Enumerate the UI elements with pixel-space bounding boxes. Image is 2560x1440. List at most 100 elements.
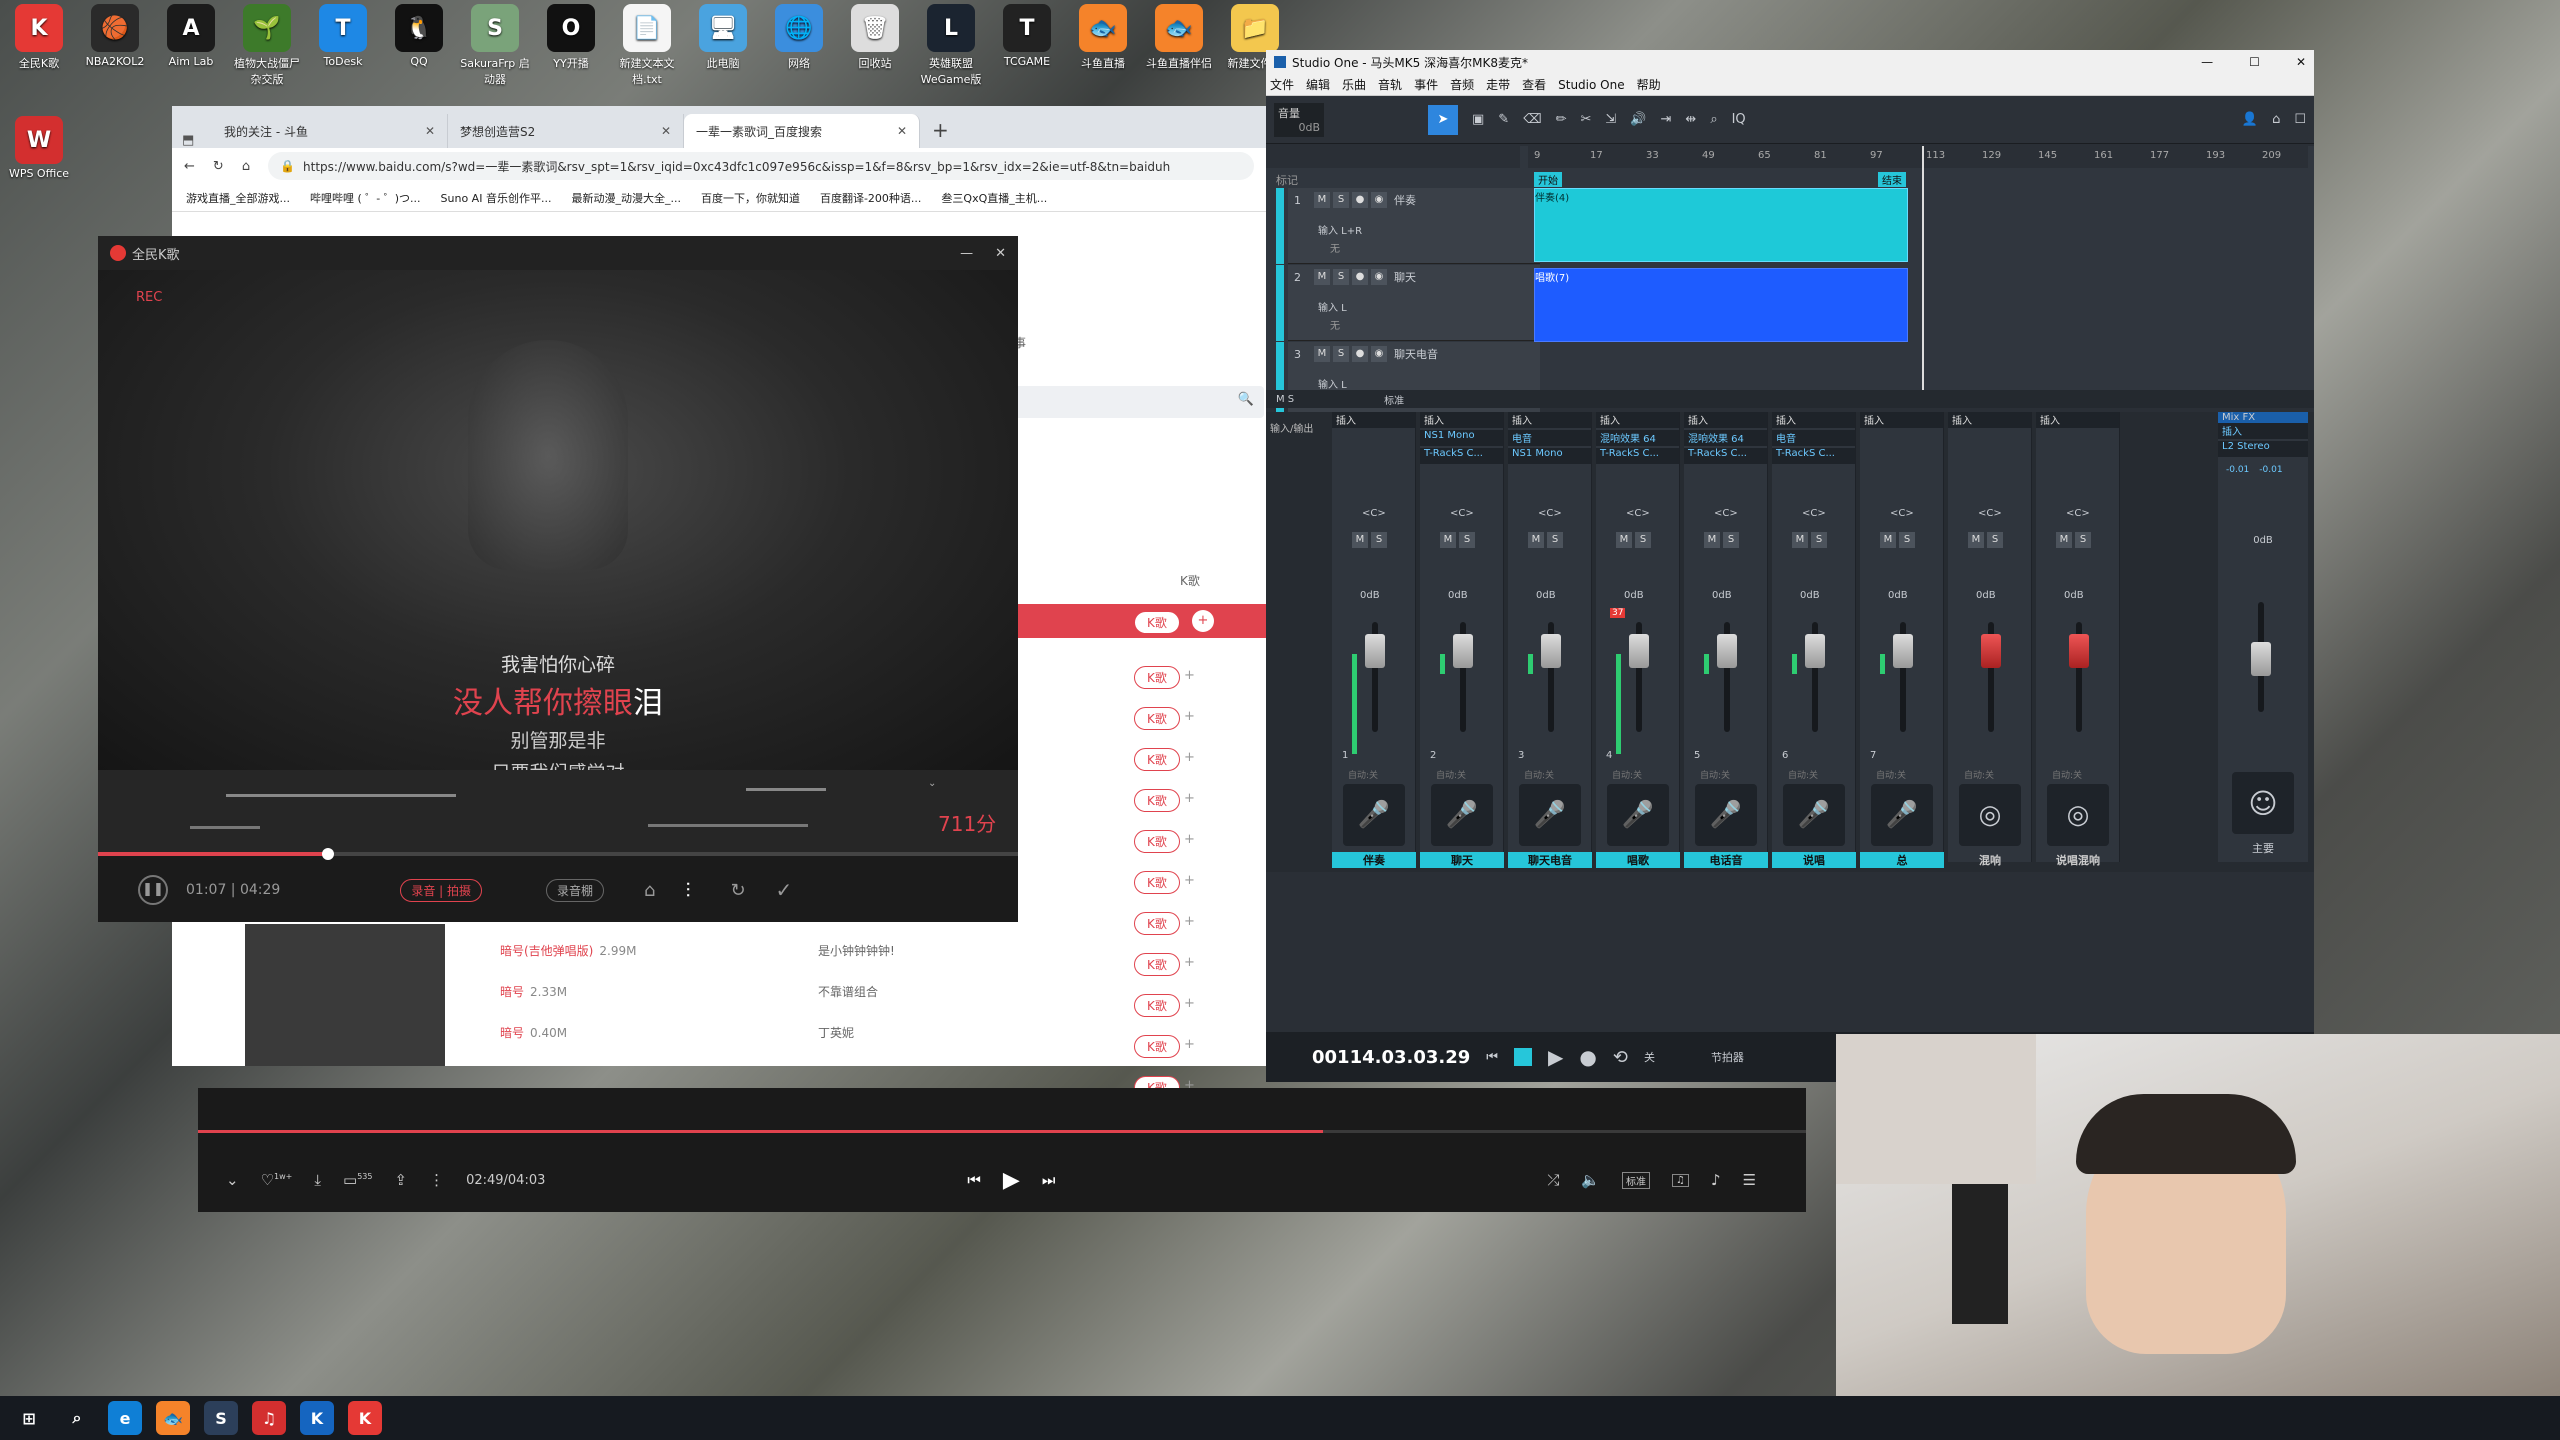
mute-button[interactable]: M bbox=[1352, 532, 1368, 548]
desktop-icon[interactable]: T TCGAME bbox=[992, 4, 1062, 68]
track-name[interactable]: 伴奏 bbox=[1394, 192, 1416, 208]
tab-creation[interactable]: 梦想创造营S2 ✕ bbox=[448, 114, 684, 148]
channel-name[interactable]: 伴奏 bbox=[1332, 852, 1416, 868]
reload-icon[interactable]: ↻ bbox=[213, 159, 224, 174]
minimize-icon[interactable]: — bbox=[2201, 55, 2213, 69]
desktop-icon[interactable]: 🏀 NBA2KOL2 bbox=[80, 4, 150, 68]
channel-name[interactable]: 电话音 bbox=[1684, 852, 1768, 868]
equalizer-icon[interactable]: ⫶ bbox=[685, 878, 690, 902]
desktop-icon[interactable]: 🖥 此电脑 bbox=[688, 4, 758, 71]
add-icon[interactable]: + bbox=[1184, 1037, 1195, 1052]
channel-fader[interactable] bbox=[1981, 634, 2001, 668]
menu-item[interactable]: 帮助 bbox=[1637, 76, 1661, 93]
pan-control[interactable]: <C> bbox=[1890, 508, 1914, 519]
pan-control[interactable]: <C> bbox=[1362, 508, 1386, 519]
song-name[interactable]: 暗号 bbox=[500, 1024, 524, 1041]
next-icon[interactable]: ⏭ bbox=[1042, 1171, 1056, 1189]
mute-tool-icon[interactable]: ✂ bbox=[1581, 112, 1592, 127]
mute-button[interactable]: M bbox=[1880, 532, 1896, 548]
song-artist[interactable]: 丁英妮 bbox=[818, 1024, 854, 1041]
menu-item[interactable]: 音轨 bbox=[1378, 76, 1402, 93]
rewind-icon[interactable]: ⏮ bbox=[1486, 1050, 1498, 1065]
menu-item[interactable]: 查看 bbox=[1522, 76, 1546, 93]
insert-slot[interactable]: T-RackS C... bbox=[1420, 448, 1503, 464]
channel-fader[interactable] bbox=[1805, 634, 1825, 668]
main-fader[interactable] bbox=[2251, 642, 2271, 676]
channel-name[interactable]: 唱歌 bbox=[1596, 852, 1680, 868]
start-page-icon[interactable]: ⌂ bbox=[2272, 112, 2280, 127]
insert-label[interactable]: 插入 bbox=[1772, 412, 1855, 428]
bookmark-item[interactable]: 哔哩哔哩 ( ゜- ゜)つ... bbox=[310, 190, 421, 206]
insert-slot[interactable]: T-RackS C... bbox=[1772, 448, 1855, 464]
home-icon[interactable]: ⌂ bbox=[242, 159, 250, 174]
share-icon[interactable]: ⇪ bbox=[394, 1171, 407, 1189]
mute-button[interactable]: M bbox=[1314, 346, 1330, 362]
play-icon[interactable]: ▶ bbox=[1548, 1045, 1563, 1069]
channel-fader[interactable] bbox=[1541, 634, 1561, 668]
search-box[interactable]: 🔍 bbox=[1014, 386, 1264, 418]
play-icon[interactable]: ▶ bbox=[1003, 1168, 1020, 1193]
search-icon[interactable]: 🔍 bbox=[1238, 392, 1254, 407]
insert-label[interactable]: 插入 bbox=[1860, 412, 1943, 428]
lyric-icon[interactable]: ♪ bbox=[1711, 1171, 1721, 1189]
kge-button[interactable]: K歌 bbox=[1134, 871, 1180, 894]
kge-button[interactable]: K歌 bbox=[1134, 748, 1180, 771]
desktop-icon[interactable]: 🐟 斗鱼直播伴侣 bbox=[1144, 4, 1214, 71]
pause-icon[interactable]: ❚❚ bbox=[138, 875, 168, 905]
track-input[interactable]: 输入 L+R bbox=[1318, 222, 1362, 237]
iq-icon[interactable]: IQ bbox=[1732, 112, 1746, 127]
add-icon[interactable]: + bbox=[1184, 709, 1195, 724]
sidebar-icon[interactable]: ⬒ bbox=[182, 133, 212, 148]
studio-one-icon[interactable]: S bbox=[204, 1401, 238, 1435]
netease-music-icon[interactable]: ♫ bbox=[252, 1401, 286, 1435]
kge-button[interactable]: K歌 bbox=[1134, 707, 1180, 730]
channel-fader[interactable] bbox=[1365, 634, 1385, 668]
desktop-icon[interactable]: A Aim Lab bbox=[156, 4, 226, 68]
desktop-icon[interactable]: 🐧 QQ bbox=[384, 4, 454, 68]
close-icon[interactable]: ✕ bbox=[995, 246, 1006, 261]
channel-name[interactable]: 说唱混响 bbox=[2036, 852, 2120, 868]
pan-control[interactable]: <C> bbox=[1714, 508, 1738, 519]
channel-fader[interactable] bbox=[1453, 634, 1473, 668]
channel-name[interactable]: 总 bbox=[1860, 852, 1944, 868]
eraser-tool-icon[interactable]: ⌫ bbox=[1523, 112, 1541, 127]
track-output[interactable]: 无 bbox=[1330, 240, 1340, 255]
desktop-icon[interactable]: W WPS Office bbox=[4, 116, 74, 180]
mute-button[interactable]: M bbox=[1528, 532, 1544, 548]
insert-label[interactable]: 插入 bbox=[2036, 412, 2119, 428]
kge-button[interactable]: K歌 bbox=[1134, 789, 1180, 812]
mute-button[interactable]: M bbox=[1704, 532, 1720, 548]
record-mode-button[interactable]: 录音 | 拍摄 bbox=[400, 878, 482, 902]
close-icon[interactable]: ✕ bbox=[2296, 55, 2306, 69]
automation-mode[interactable]: 自动:关 bbox=[1964, 768, 1994, 781]
add-icon[interactable]: + bbox=[1192, 610, 1214, 632]
menu-item[interactable]: Studio One bbox=[1558, 78, 1624, 92]
edge-icon[interactable]: e bbox=[108, 1401, 142, 1435]
mute-button[interactable]: M bbox=[1792, 532, 1808, 548]
range-tool-icon[interactable]: ▣ bbox=[1472, 112, 1484, 127]
desktop-icon[interactable]: 🌐 网络 bbox=[764, 4, 834, 71]
bookmark-item[interactable]: 最新动漫_动漫大全_... bbox=[571, 190, 681, 206]
kge-button[interactable]: K歌 bbox=[1134, 912, 1180, 935]
add-icon[interactable]: + bbox=[1184, 791, 1195, 806]
bookmark-item[interactable]: 百度翻译-200种语... bbox=[820, 190, 921, 206]
menu-item[interactable]: 事件 bbox=[1414, 76, 1438, 93]
add-icon[interactable]: + bbox=[1184, 750, 1195, 765]
split-tool-icon[interactable]: ✎ bbox=[1498, 112, 1509, 127]
song-artist[interactable]: 是小钟钟钟钟! bbox=[818, 942, 895, 959]
desktop-icon[interactable]: 🌱 植物大战僵尸杂交版 bbox=[232, 4, 302, 87]
track-header[interactable]: 1 M S ● ◉ 伴奏 输入 L+R 无 bbox=[1276, 188, 1540, 264]
sync-value[interactable]: 关 bbox=[1644, 1049, 1655, 1065]
desktop-icon[interactable]: L 英雄联盟WeGame版 bbox=[916, 4, 986, 87]
track-input[interactable]: 输入 L bbox=[1318, 376, 1347, 391]
menu-item[interactable]: 乐曲 bbox=[1342, 76, 1366, 93]
menu-item[interactable]: 文件 bbox=[1270, 76, 1294, 93]
automation-mode[interactable]: 自动:关 bbox=[1788, 768, 1818, 781]
channel-fader[interactable] bbox=[1717, 634, 1737, 668]
track-name[interactable]: 聊天电音 bbox=[1394, 346, 1438, 362]
quantize-icon[interactable]: ⇹ bbox=[1685, 112, 1696, 127]
back-icon[interactable]: ← bbox=[184, 159, 195, 174]
monitor-icon[interactable]: ◉ bbox=[1371, 346, 1387, 362]
chevron-down-icon[interactable]: ⌄ bbox=[928, 778, 936, 789]
studio-button[interactable]: 录音棚 bbox=[546, 878, 605, 902]
